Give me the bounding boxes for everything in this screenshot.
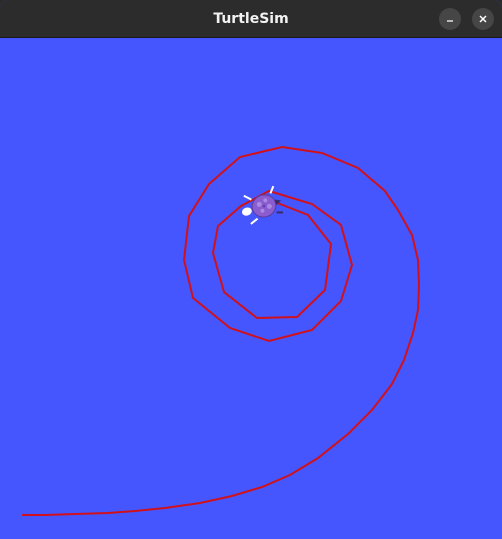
title-bar[interactable]: TurtleSim: [0, 0, 502, 38]
canvas-background: [0, 38, 502, 539]
turtle-canvas: [0, 38, 502, 539]
minimize-button[interactable]: [439, 8, 461, 30]
window-title: TurtleSim: [213, 11, 289, 27]
minimize-icon: [447, 20, 453, 22]
close-button[interactable]: [472, 8, 494, 30]
canvas-svg: [0, 38, 502, 539]
close-icon: [479, 15, 487, 23]
turtlesim-window: TurtleSim: [0, 0, 502, 539]
